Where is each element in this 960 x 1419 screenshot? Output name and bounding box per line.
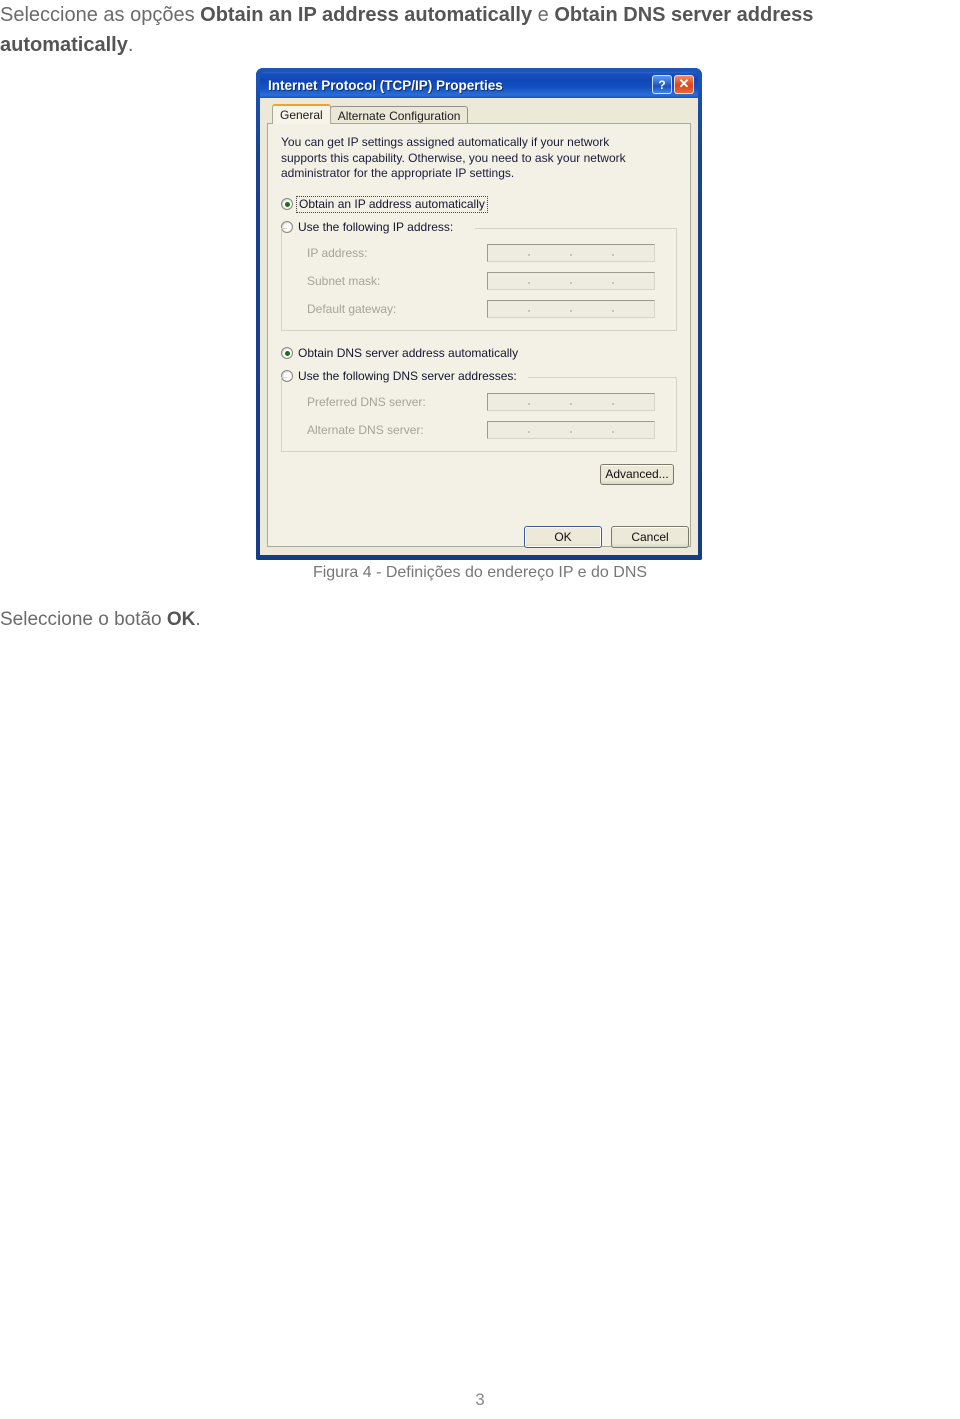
intro-last-line: automatically. [0, 30, 960, 60]
ip-fields-group: IP address: Subnet mask: Default gateway… [281, 227, 677, 331]
page-number: 3 [475, 1390, 485, 1409]
gw-dot-1 [528, 310, 530, 312]
default-gateway-label: Default gateway: [307, 301, 397, 316]
ok-button[interactable]: OK [524, 526, 602, 548]
post-figure-suffix: . [195, 609, 201, 630]
gw-dot-3 [612, 310, 614, 312]
tab-general[interactable]: General [272, 104, 331, 124]
dns-fields-group: Preferred DNS server: Alternate DNS serv… [281, 376, 677, 452]
ip-dot-3 [612, 254, 614, 256]
alternate-dns-label: Alternate DNS server: [307, 422, 424, 437]
intro-bold-option-2: Obtain DNS server address [554, 4, 814, 26]
radio-obtain-ip-automatically-icon[interactable] [281, 198, 293, 210]
gw-dot-2 [570, 310, 572, 312]
pdns-dot-3 [612, 403, 614, 405]
tab-general-label: General [280, 108, 323, 122]
close-icon-glyph: ✕ [678, 76, 690, 91]
post-figure-paragraph: Seleccione o botão OK. [0, 606, 201, 634]
advanced-button-row: Advanced... [281, 463, 677, 485]
dialog-frame: Internet Protocol (TCP/IP) Properties ? … [256, 68, 702, 560]
subnet-dot-3 [612, 282, 614, 284]
intro-paragraph: Seleccione as opções Obtain an IP addres… [0, 0, 960, 60]
pdns-dot-2 [570, 403, 572, 405]
ip-dot-2 [570, 254, 572, 256]
field-row-subnet-mask: Subnet mask: [282, 270, 676, 292]
subnet-mask-label: Subnet mask: [307, 273, 381, 288]
tab-strip: General Alternate Configuration [267, 104, 691, 124]
intro-text-prefix: Seleccione as opções [0, 4, 201, 26]
tab-page-general: You can get IP settings assigned automat… [267, 123, 691, 547]
subnet-mask-input[interactable] [487, 271, 655, 290]
advanced-button-label: Advanced... [605, 467, 669, 481]
figure-caption: Figura 4 - Definições do endereço IP e d… [312, 564, 648, 581]
adns-dot-3 [612, 431, 614, 433]
radio-obtain-ip-automatically[interactable]: Obtain an IP address automatically [281, 195, 677, 213]
tcpip-properties-dialog: Internet Protocol (TCP/IP) Properties ? … [256, 68, 702, 560]
dialog-client-area: General Alternate Configuration You can … [260, 98, 698, 555]
radio-obtain-dns-automatically-icon[interactable] [281, 347, 293, 359]
intro-bold-option-2-continued: automatically [0, 34, 128, 56]
dialog-title: Internet Protocol (TCP/IP) Properties [268, 77, 503, 93]
dialog-titlebar[interactable]: Internet Protocol (TCP/IP) Properties ? … [260, 72, 698, 98]
ip-address-input[interactable] [487, 243, 655, 262]
field-row-preferred-dns: Preferred DNS server: [282, 391, 676, 413]
subnet-dot-1 [528, 282, 530, 284]
dialog-description: You can get IP settings assigned automat… [281, 135, 626, 180]
ip-dot-1 [528, 254, 530, 256]
default-gateway-input[interactable] [487, 299, 655, 318]
radio-obtain-dns-automatically-label: Obtain DNS server address automatically [298, 345, 519, 360]
titlebar-button-group: ? ✕ [652, 75, 694, 94]
radio-obtain-dns-automatically[interactable]: Obtain DNS server address automatically [281, 345, 677, 362]
tab-alternate-configuration[interactable]: Alternate Configuration [329, 106, 469, 124]
radio-obtain-ip-automatically-label: Obtain an IP address automatically [296, 195, 488, 213]
cancel-button[interactable]: Cancel [611, 526, 689, 548]
intro-text-suffix: . [127, 34, 134, 56]
alternate-dns-input[interactable] [487, 420, 655, 439]
post-figure-prefix: Seleccione o botão [0, 609, 167, 630]
cancel-button-label: Cancel [631, 530, 669, 544]
adns-dot-1 [528, 431, 530, 433]
pdns-dot-1 [528, 403, 530, 405]
field-row-ip-address: IP address: [282, 242, 676, 264]
ip-settings-section: Obtain an IP address automatically Use t… [281, 195, 677, 331]
help-icon-glyph: ? [658, 77, 666, 92]
field-row-alternate-dns: Alternate DNS server: [282, 419, 676, 441]
adns-dot-2 [570, 431, 572, 433]
intro-bold-option-1: Obtain an IP address automatically [200, 4, 533, 26]
help-icon[interactable]: ? [652, 75, 672, 94]
tab-alternate-configuration-label: Alternate Configuration [337, 108, 461, 123]
preferred-dns-input[interactable] [487, 392, 655, 411]
preferred-dns-label: Preferred DNS server: [307, 394, 426, 409]
ip-address-label: IP address: [307, 245, 368, 260]
dialog-footer: OK Cancel [524, 526, 689, 548]
subnet-dot-2 [570, 282, 572, 284]
post-figure-bold-ok: OK [166, 609, 196, 630]
close-icon[interactable]: ✕ [674, 75, 694, 94]
advanced-button[interactable]: Advanced... [600, 463, 674, 485]
ok-button-label: OK [554, 530, 572, 544]
intro-text-conjunction: e [532, 4, 555, 26]
field-row-default-gateway: Default gateway: [282, 298, 676, 320]
dns-settings-section: Obtain DNS server address automatically … [281, 345, 677, 452]
